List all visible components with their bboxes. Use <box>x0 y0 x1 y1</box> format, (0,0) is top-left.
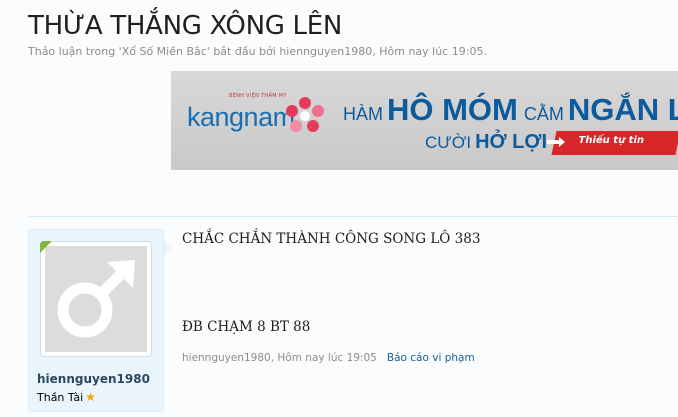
report-link[interactable]: Báo cáo vi phạm <box>387 352 475 364</box>
banner-headline-2: CƯỜI HỞ LỢI <box>425 131 547 154</box>
ad-banner[interactable]: BỆNH VIỆN THẨM MỸ kangnam HÀM HÔ MÓM CẰM NG… <box>171 71 678 170</box>
message-user-info: hiennguyen1980 Thần Tài ★ <box>28 229 172 412</box>
banner-text: HÀM <box>343 104 383 124</box>
thread-description: Thảo luận trong 'Xổ Số Miền Bắc' bắt đầu… <box>28 45 487 58</box>
username-link[interactable]: hiennguyen1980 <box>37 372 150 386</box>
thread-title: THỪA THẮNG XÔNG LÊN <box>28 11 343 41</box>
desc-suffix: , Hôm nay lúc 19:05. <box>372 45 487 58</box>
post-date[interactable]: , Hôm nay lúc 19:05 <box>271 352 377 364</box>
star-icon: ★ <box>85 390 96 404</box>
banner-cta-badge: Thiếu tự tin <box>551 131 678 155</box>
arrow-right-icon <box>547 137 565 147</box>
message-meta: hiennguyen1980, Hôm nay lúc 19:05 Báo cáo… <box>182 352 475 364</box>
user-title: Thần Tài ★ <box>37 390 96 404</box>
avatar-image <box>45 246 147 352</box>
message-text-line: ĐB CHẠM 8 BT 88 <box>182 319 311 335</box>
message-text-line: CHẮC CHẮN THÀNH CÔNG SONG LÔ 383 <box>182 231 481 247</box>
banner-cta-label: Thiếu tự tin <box>578 135 645 146</box>
banner-text: NGẮN LẸM <box>567 92 678 127</box>
banner-headline-1: HÀMHÔ MÓMCẰMNGẮN LẸM <box>343 92 678 128</box>
online-indicator <box>40 241 52 253</box>
banner-brand-logo: kangnam <box>187 102 295 132</box>
male-symbol-icon <box>57 260 135 338</box>
flower-logo-icon <box>286 97 324 132</box>
forum-link[interactable]: Xổ Số Miền Bắc <box>122 45 207 58</box>
section-divider <box>28 216 678 217</box>
banner-text: HỞ LỢI <box>475 131 548 153</box>
avatar[interactable] <box>40 241 152 357</box>
author-link[interactable]: hiennguyen1980 <box>182 352 271 364</box>
banner-text: CƯỜI <box>425 133 472 152</box>
banner-text: HÔ MÓM <box>387 92 518 127</box>
thread-starter-link[interactable]: hiennguyen1980 <box>279 45 372 58</box>
desc-mid: ' bắt đầu bởi <box>206 45 280 58</box>
desc-prefix: Thảo luận trong ' <box>28 45 122 58</box>
banner-text: CẰM <box>523 104 564 124</box>
user-title-text: Thần Tài <box>37 391 84 404</box>
banner-hospital-label: BỆNH VIỆN THẨM MỸ <box>229 93 287 99</box>
